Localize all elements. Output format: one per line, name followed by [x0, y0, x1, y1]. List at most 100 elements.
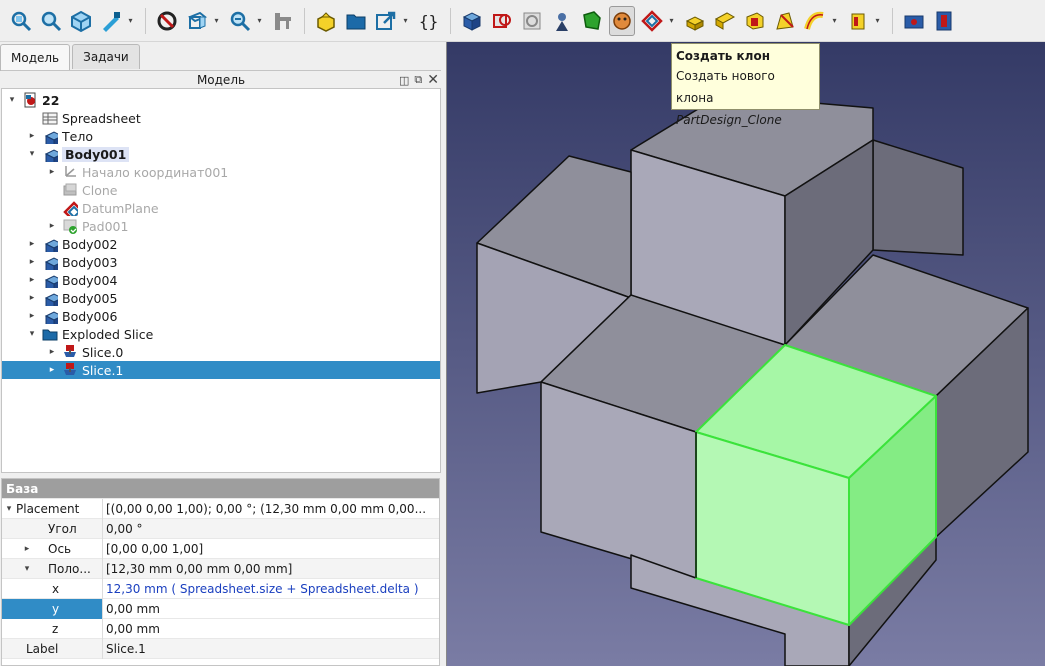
subshape-binder-button[interactable] — [579, 6, 605, 36]
zoom-button[interactable] — [227, 6, 253, 36]
tree-item[interactable]: ▾ Body001 — [2, 145, 440, 163]
attach-button[interactable] — [549, 6, 575, 36]
revolve-button[interactable] — [742, 6, 768, 36]
tree-item[interactable]: ▸ Body005 — [2, 289, 440, 307]
additive-box-icon — [851, 13, 865, 29]
pocket-icon — [714, 11, 736, 30]
property-value[interactable]: [12,30 mm 0,00 mm 0,00 mm] — [103, 559, 439, 579]
collapse-arrow-icon[interactable]: ▾ — [26, 149, 38, 159]
tree-item[interactable]: ▸ Pad001 — [2, 217, 440, 235]
collapse-arrow-icon[interactable]: ▾ — [2, 504, 16, 514]
collapse-arrow-icon[interactable]: ▾ — [26, 329, 38, 339]
model-panel-header: Модель ◫ ⧉ ✕ — [1, 70, 441, 88]
property-value[interactable]: [0,00 0,00 1,00] — [103, 539, 439, 559]
macro-icon: {} — [419, 12, 438, 31]
tree-item[interactable]: ▸ Body006 — [2, 307, 440, 325]
dropdown-arrow-icon[interactable]: ▾ — [126, 6, 135, 36]
tree-item[interactable]: ▸ Slice.0 — [2, 343, 440, 361]
property-row[interactable]: Угол 0,00 ° — [2, 519, 439, 539]
isometric-view-button[interactable] — [68, 6, 94, 36]
property-value[interactable]: [(0,00 0,00 1,00); 0,00 °; (12,30 mm 0,0… — [103, 499, 439, 519]
expand-arrow-icon[interactable]: ▸ — [46, 221, 58, 231]
dropdown-arrow-icon[interactable]: ▾ — [255, 6, 264, 36]
property-row[interactable]: z 0,00 mm — [2, 619, 439, 639]
dropdown-arrow-icon[interactable]: ▾ — [212, 6, 221, 36]
measure-distance-button[interactable] — [270, 6, 296, 36]
expand-arrow-icon[interactable]: ▸ — [20, 544, 34, 554]
property-row[interactable]: y 0,00 mm — [2, 599, 439, 619]
pad-button[interactable] — [682, 6, 708, 36]
clone-button[interactable] — [609, 5, 635, 36]
collapse-arrow-icon[interactable]: ▾ — [6, 95, 18, 105]
bounding-box-button[interactable] — [184, 6, 210, 36]
groove-button[interactable] — [931, 6, 957, 36]
pipe-button[interactable] — [802, 6, 828, 36]
fit-selection-button[interactable] — [38, 6, 64, 36]
tree-item-label: Exploded Slice — [62, 326, 154, 342]
tab-tasks[interactable]: Задачи — [72, 44, 140, 69]
panel-float-icon[interactable]: ◫ — [399, 74, 409, 87]
tree-item[interactable]: ▾ Exploded Slice — [2, 325, 440, 343]
property-value[interactable]: 0,00 mm — [103, 619, 439, 639]
property-value[interactable]: 12,30 mm ( Spreadsheet.size + Spreadshee… — [103, 579, 439, 599]
property-row[interactable]: ▸ Ось [0,00 0,00 1,00] — [2, 539, 439, 559]
dropdown-arrow-icon[interactable]: ▾ — [667, 6, 676, 36]
macro-button[interactable]: {} — [416, 6, 442, 36]
body-button[interactable] — [459, 6, 485, 36]
tree-item-label: Начало координат001 — [82, 164, 229, 180]
sketch-button[interactable] — [489, 6, 515, 36]
tree-item[interactable]: ▸ Body003 — [2, 253, 440, 271]
tree-item[interactable]: ▸ Начало координат001 — [2, 163, 440, 181]
property-value[interactable]: 0,00 ° — [103, 519, 439, 539]
draw-style-button[interactable] — [154, 6, 180, 36]
tree-item[interactable]: Spreadsheet — [2, 109, 440, 127]
collapse-arrow-icon[interactable]: ▾ — [20, 564, 34, 574]
loft-button[interactable] — [772, 6, 798, 36]
property-row[interactable]: ▾ Поло... [12,30 mm 0,00 mm 0,00 mm] — [2, 559, 439, 579]
expand-arrow-icon[interactable]: ▸ — [26, 239, 38, 249]
expand-arrow-icon[interactable]: ▸ — [26, 275, 38, 285]
additive-box-button[interactable] — [845, 6, 871, 36]
group-button[interactable] — [343, 6, 369, 36]
tree-item[interactable]: DatumPlane — [2, 199, 440, 217]
dropdown-arrow-icon[interactable]: ▾ — [873, 6, 882, 36]
datum-plane-button[interactable] — [639, 6, 665, 36]
validate-sketch-button[interactable] — [519, 6, 545, 36]
tree-item[interactable]: ▸ Slice.1 — [2, 361, 440, 379]
expand-arrow-icon[interactable]: ▸ — [26, 257, 38, 267]
property-group-base[interactable]: База — [2, 479, 439, 499]
expand-arrow-icon[interactable]: ▸ — [26, 131, 38, 141]
tree-item[interactable]: ▾ 22 — [2, 91, 440, 109]
3d-view[interactable] — [446, 42, 1045, 666]
toolbar-separator — [892, 7, 893, 34]
pocket-button[interactable] — [712, 6, 738, 36]
hole-button[interactable] — [901, 6, 927, 36]
property-row[interactable]: Label Slice.1 — [2, 639, 439, 659]
link-button[interactable] — [373, 6, 399, 36]
tab-model[interactable]: Модель — [0, 44, 71, 71]
property-row[interactable]: ▾ Placement [(0,00 0,00 1,00); 0,00 °; (12… — [2, 499, 439, 519]
expand-arrow-icon[interactable]: ▸ — [26, 293, 38, 303]
dropdown-arrow-icon[interactable]: ▾ — [830, 6, 839, 36]
property-name: Placement — [16, 502, 80, 516]
property-value[interactable]: Slice.1 — [103, 639, 439, 659]
tree-item[interactable]: ▸ Body004 — [2, 271, 440, 289]
fit-all-button[interactable] — [8, 6, 34, 36]
expand-arrow-icon[interactable]: ▸ — [26, 311, 38, 321]
tree-item[interactable]: Clone — [2, 181, 440, 199]
expand-arrow-icon[interactable]: ▸ — [46, 347, 58, 357]
measure-button[interactable] — [98, 6, 124, 36]
property-value[interactable]: 0,00 mm — [103, 599, 439, 619]
property-row[interactable]: x 12,30 mm ( Spreadsheet.size + Spreadshe… — [2, 579, 439, 599]
expand-arrow-icon[interactable]: ▸ — [46, 167, 58, 177]
property-name: Label — [26, 642, 59, 656]
tree-item[interactable]: ▸ Тело — [2, 127, 440, 145]
pad-feature-icon — [62, 218, 78, 234]
expand-arrow-icon[interactable]: ▸ — [46, 365, 58, 375]
panel-close-icon[interactable]: ✕ — [427, 72, 439, 88]
tree-item[interactable]: ▸ Body002 — [2, 235, 440, 253]
part-button[interactable] — [313, 6, 339, 36]
panel-restore-icon[interactable]: ⧉ — [414, 73, 422, 87]
dropdown-arrow-icon[interactable]: ▾ — [401, 6, 410, 36]
tree-item-label: Clone — [82, 182, 118, 198]
